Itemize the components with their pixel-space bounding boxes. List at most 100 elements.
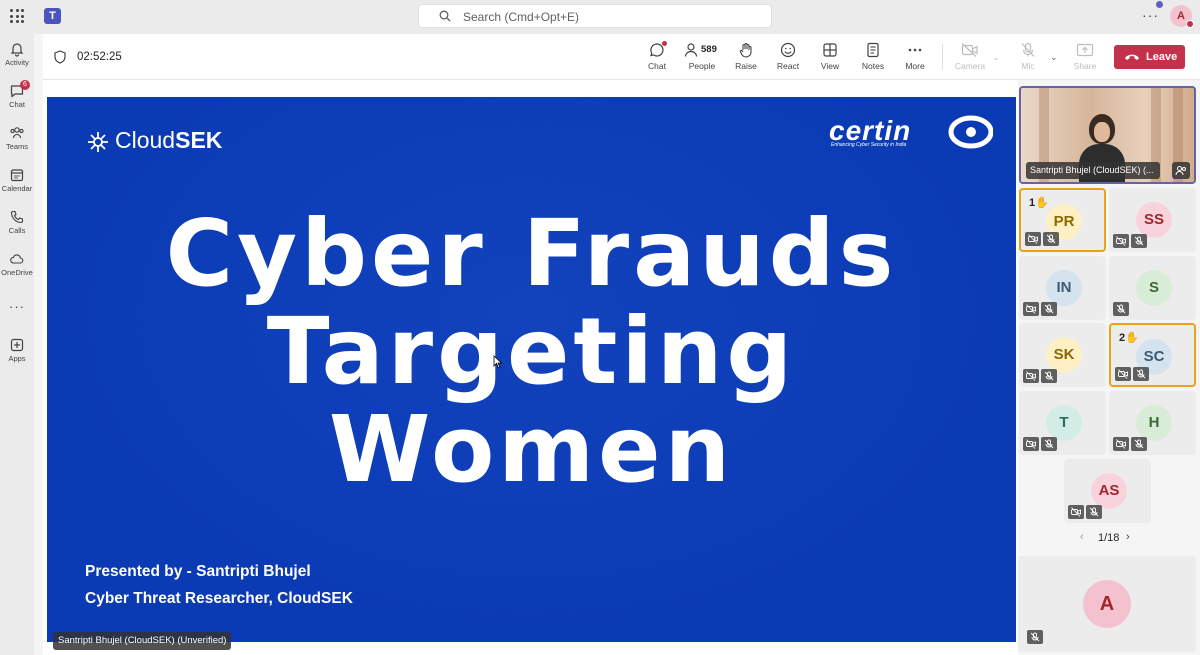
mic-off-icon xyxy=(1027,630,1043,644)
people-button[interactable]: 589 People xyxy=(681,42,723,71)
ellipsis-icon xyxy=(908,48,922,52)
presenter-face xyxy=(1094,122,1110,142)
rail-item-apps[interactable]: Apps xyxy=(0,337,34,363)
rail-item-activity[interactable]: Activity xyxy=(0,41,34,67)
camera-off-icon xyxy=(1023,302,1039,316)
tile-status-icons xyxy=(1023,437,1059,451)
user-avatar[interactable]: A xyxy=(1170,5,1194,28)
view-button[interactable]: View xyxy=(810,42,850,71)
tile-status-icons xyxy=(1068,505,1104,519)
participant-tile[interactable]: SK xyxy=(1019,323,1106,387)
app-launcher-icon[interactable] xyxy=(10,9,24,23)
grid-view-icon xyxy=(823,43,837,57)
participant-tile[interactable]: S xyxy=(1109,256,1196,320)
view-label: View xyxy=(820,61,840,71)
mic-off-icon xyxy=(1021,42,1035,57)
share-button[interactable]: Share xyxy=(1065,42,1105,71)
certin-tagline: Enhancing Cyber Security in India xyxy=(831,142,907,148)
avatar: SS xyxy=(1136,202,1172,238)
avatar: IN xyxy=(1046,270,1082,306)
react-button[interactable]: React xyxy=(768,42,808,71)
app-rail: Activity 6 Chat Teams Calendar Calls One… xyxy=(0,34,34,655)
camera-off-icon xyxy=(1025,232,1041,246)
camera-off-icon xyxy=(1113,234,1129,248)
cloudsek-logo-suffix: SEK xyxy=(175,127,223,153)
hand-icon: ✋ xyxy=(1035,197,1049,209)
cloud-icon xyxy=(10,254,24,264)
rail-label-activity: Activity xyxy=(5,58,29,67)
presenter-video-tile[interactable]: Santripti Bhujel (CloudSEK) (... xyxy=(1019,86,1196,184)
camera-off-icon xyxy=(1023,369,1039,383)
presenter-role: Cyber Threat Researcher, CloudSEK xyxy=(85,590,353,607)
participant-tile[interactable]: IN xyxy=(1019,256,1106,320)
shield-icon[interactable] xyxy=(54,50,66,64)
rail-item-teams[interactable]: Teams xyxy=(0,125,34,151)
mic-off-icon xyxy=(1133,367,1149,381)
meeting-toolbar: 02:52:25 Chat 589 People Raise React Vie… xyxy=(43,34,1200,80)
leave-button[interactable]: Leave xyxy=(1114,45,1185,69)
camera-options-chevron-icon[interactable]: ⌄ xyxy=(992,52,1000,63)
more-options-icon[interactable]: ··· xyxy=(1142,7,1159,23)
participant-tile[interactable]: SC 2✋ xyxy=(1109,323,1196,387)
presenter-name-tag: Santripti Bhujel (CloudSEK) (Unverified) xyxy=(53,632,232,650)
participant-tile[interactable]: PR 1✋ xyxy=(1019,188,1106,252)
avatar: SK xyxy=(1046,337,1082,373)
teams-logo-icon: T xyxy=(44,8,61,24)
tile-status-icons xyxy=(1025,232,1061,246)
rail-label-chat: Chat xyxy=(9,100,25,109)
slide-title-line-2: Targeting xyxy=(266,298,797,405)
toolbar-divider xyxy=(942,44,943,70)
slide-title-line-1: Cyber Frauds xyxy=(165,200,898,307)
tile-status-icons xyxy=(1113,234,1149,248)
camera-off-icon xyxy=(1023,437,1039,451)
plus-square-icon xyxy=(10,338,24,352)
participant-tile[interactable]: AS xyxy=(1064,459,1151,523)
avatar: A xyxy=(1083,580,1131,628)
rail-item-onedrive[interactable]: OneDrive xyxy=(0,251,34,277)
search-icon xyxy=(439,10,451,22)
raised-hand-indicator: 2✋ xyxy=(1119,331,1139,344)
people-label: People xyxy=(688,61,716,71)
more-button[interactable]: More xyxy=(895,42,935,71)
raise-label: Raise xyxy=(735,61,757,71)
mic-button[interactable]: Mic xyxy=(1008,42,1048,71)
tile-status-icons xyxy=(1023,302,1059,316)
mic-options-chevron-icon[interactable]: ⌄ xyxy=(1050,52,1058,63)
notes-icon xyxy=(867,42,879,58)
raise-hand-button[interactable]: Raise xyxy=(726,42,766,71)
participant-tile[interactable]: SS xyxy=(1109,188,1196,252)
mouse-cursor-icon xyxy=(493,355,503,369)
people-count: 589 xyxy=(701,44,717,55)
rail-item-chat[interactable]: 6 Chat xyxy=(0,80,34,109)
rail-more-icon[interactable]: ··· xyxy=(0,299,34,314)
chat-button[interactable]: Chat xyxy=(637,41,677,71)
teams-icon xyxy=(10,127,24,139)
rail-item-calendar[interactable]: Calendar xyxy=(0,167,34,193)
certin-logo: certin Enhancing Cyber Security in India xyxy=(829,115,994,155)
rail-label-onedrive: OneDrive xyxy=(1,268,33,277)
search-input[interactable]: Search (Cmd+Opt+E) xyxy=(418,4,772,28)
share-icon xyxy=(1076,43,1094,57)
mic-off-icon xyxy=(1043,232,1059,246)
tile-status-icons xyxy=(1113,437,1149,451)
notes-button[interactable]: Notes xyxy=(853,42,893,71)
leave-label: Leave xyxy=(1146,51,1178,63)
calendar-icon xyxy=(10,169,24,182)
pager-text: 1/18 xyxy=(1098,532,1120,544)
pager-next-icon[interactable]: › xyxy=(1126,531,1130,543)
camera-button[interactable]: Camera xyxy=(950,42,990,71)
notification-dot xyxy=(1156,1,1163,8)
rail-item-calls[interactable]: Calls xyxy=(0,209,34,235)
hand-icon: ✋ xyxy=(1125,332,1139,344)
pager-prev-icon[interactable]: ‹ xyxy=(1080,531,1084,543)
self-participant-tile[interactable]: A xyxy=(1018,556,1196,652)
notes-label: Notes xyxy=(861,61,885,71)
mic-off-icon xyxy=(1131,437,1147,451)
rail-label-calendar: Calendar xyxy=(1,184,33,193)
user-initial: A xyxy=(1177,10,1185,22)
mic-off-icon xyxy=(1086,505,1102,519)
participant-tile[interactable]: H xyxy=(1109,391,1196,455)
smiley-icon xyxy=(780,42,796,58)
participant-tile[interactable]: T xyxy=(1019,391,1106,455)
rail-label-teams: Teams xyxy=(5,142,29,151)
